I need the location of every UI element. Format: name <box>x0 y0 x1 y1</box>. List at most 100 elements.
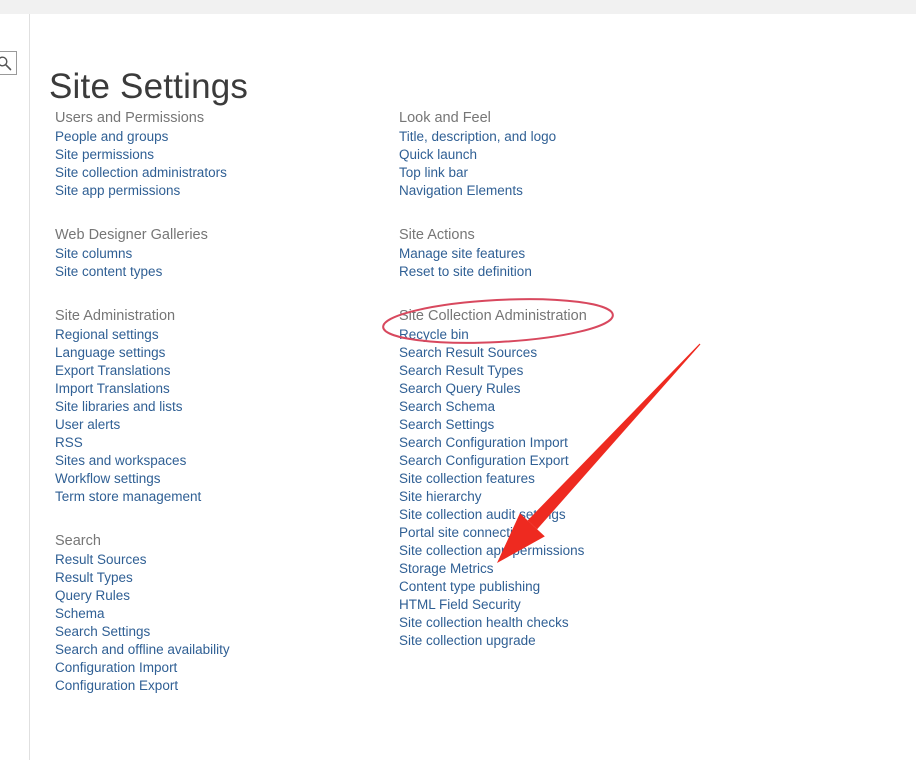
settings-link-workflow-settings[interactable]: Workflow settings <box>55 470 161 487</box>
settings-link-result-types[interactable]: Result Types <box>55 569 133 586</box>
settings-link-site-collection-features[interactable]: Site collection features <box>399 470 535 487</box>
settings-link-item: RSS <box>55 434 385 452</box>
settings-link-item: Site app permissions <box>55 182 385 200</box>
settings-link-item: Site content types <box>55 263 385 281</box>
settings-link-configuration-export[interactable]: Configuration Export <box>55 677 178 694</box>
settings-link-list: People and groups Site permissions Site co… <box>55 128 385 200</box>
settings-link-search-query-rules[interactable]: Search Query Rules <box>399 380 521 397</box>
settings-link-search-schema[interactable]: Search Schema <box>399 398 495 415</box>
settings-link-item: Search Schema <box>399 398 729 416</box>
settings-link-site-collection-health-checks[interactable]: Site collection health checks <box>399 614 569 631</box>
settings-link-item: Content type publishing <box>399 578 729 596</box>
settings-link-item: Result Sources <box>55 551 385 569</box>
settings-group-site-administration: Site Administration Regional settings Lang… <box>55 308 385 506</box>
settings-link-item: Site collection administrators <box>55 164 385 182</box>
settings-link-term-store-management[interactable]: Term store management <box>55 488 201 505</box>
settings-link-site-hierarchy[interactable]: Site hierarchy <box>399 488 482 505</box>
settings-link-list: Result Sources Result Types Query Rules Sch… <box>55 551 385 695</box>
settings-link-top-link-bar[interactable]: Top link bar <box>399 164 468 181</box>
settings-link-content-type-publishing[interactable]: Content type publishing <box>399 578 540 595</box>
settings-link-language-settings[interactable]: Language settings <box>55 344 165 361</box>
settings-link-html-field-security[interactable]: HTML Field Security <box>399 596 521 613</box>
settings-link-search-result-sources[interactable]: Search Result Sources <box>399 344 537 361</box>
settings-link-rss[interactable]: RSS <box>55 434 83 451</box>
settings-link-quick-launch[interactable]: Quick launch <box>399 146 477 163</box>
page-title: Site Settings <box>49 67 249 107</box>
settings-link-item: Site columns <box>55 245 385 263</box>
settings-link-site-collection-upgrade[interactable]: Site collection upgrade <box>399 632 536 649</box>
settings-group-look-and-feel: Look and Feel Title, description, and log… <box>399 110 729 200</box>
settings-link-schema[interactable]: Schema <box>55 605 105 622</box>
settings-link-site-app-permissions[interactable]: Site app permissions <box>55 182 180 199</box>
settings-group-users-and-permissions: Users and Permissions People and groups Si… <box>55 110 385 200</box>
settings-link-item: Configuration Export <box>55 677 385 695</box>
settings-link-item: Site hierarchy <box>399 488 729 506</box>
settings-link-item: Site collection app permissions <box>399 542 729 560</box>
settings-link-list: Regional settings Language settings Export… <box>55 326 385 506</box>
settings-link-export-translations[interactable]: Export Translations <box>55 362 171 379</box>
settings-link-item: Search and offline availability <box>55 641 385 659</box>
settings-link-item: Result Types <box>55 569 385 587</box>
settings-link-result-sources[interactable]: Result Sources <box>55 551 147 568</box>
settings-group-header: Site Administration <box>55 308 176 324</box>
settings-link-site-columns[interactable]: Site columns <box>55 245 132 262</box>
settings-link-site-collection-audit-settings[interactable]: Site collection audit settings <box>399 506 566 523</box>
site-settings-page: Site Settings Users and Permissions Peopl… <box>30 14 916 760</box>
settings-link-people-and-groups[interactable]: People and groups <box>55 128 168 145</box>
settings-group-header: Web Designer Galleries <box>55 227 208 243</box>
settings-link-item: Export Translations <box>55 362 385 380</box>
settings-link-sites-and-workspaces[interactable]: Sites and workspaces <box>55 452 186 469</box>
settings-link-item: Site collection health checks <box>399 614 729 632</box>
settings-link-storage-metrics[interactable]: Storage Metrics <box>399 560 494 577</box>
settings-link-query-rules[interactable]: Query Rules <box>55 587 130 604</box>
settings-link-item: Site libraries and lists <box>55 398 385 416</box>
settings-link-site-permissions[interactable]: Site permissions <box>55 146 154 163</box>
settings-link-item: Search Result Types <box>399 362 729 380</box>
settings-link-title-description-and-logo[interactable]: Title, description, and logo <box>399 128 556 145</box>
settings-link-regional-settings[interactable]: Regional settings <box>55 326 159 343</box>
settings-link-item: People and groups <box>55 128 385 146</box>
search-button[interactable] <box>0 51 17 75</box>
settings-link-search-configuration-import[interactable]: Search Configuration Import <box>399 434 568 451</box>
settings-link-item: Recycle bin <box>399 326 729 344</box>
settings-link-item: Navigation Elements <box>399 182 729 200</box>
settings-link-item: Manage site features <box>399 245 729 263</box>
settings-link-portal-site-connection[interactable]: Portal site connection <box>399 524 528 541</box>
settings-link-item: Search Query Rules <box>399 380 729 398</box>
settings-link-search-and-offline-availability[interactable]: Search and offline availability <box>55 641 230 658</box>
settings-link-site-libraries-and-lists[interactable]: Site libraries and lists <box>55 398 183 415</box>
settings-group-site-collection-administration: Site Collection Administration Recycle bi… <box>399 308 729 650</box>
settings-link-item: Regional settings <box>55 326 385 344</box>
settings-group-search: Search Result Sources Result Types Query Ru… <box>55 533 385 695</box>
settings-column-left: Users and Permissions People and groups Si… <box>55 110 385 695</box>
settings-link-search-settings[interactable]: Search Settings <box>55 623 150 640</box>
settings-group-site-actions: Site Actions Manage site features Reset to… <box>399 227 729 281</box>
settings-link-list: Site columns Site content types <box>55 245 385 281</box>
settings-link-import-translations[interactable]: Import Translations <box>55 380 170 397</box>
settings-link-item: Workflow settings <box>55 470 385 488</box>
left-rail <box>0 14 30 760</box>
settings-link-item: Search Settings <box>399 416 729 434</box>
browser-chrome-strip <box>0 0 916 15</box>
settings-group-web-designer-galleries: Web Designer Galleries Site columns Site c… <box>55 227 385 281</box>
settings-link-list: Recycle bin Search Result Sources Search R… <box>399 326 729 650</box>
settings-link-reset-to-site-definition[interactable]: Reset to site definition <box>399 263 532 280</box>
settings-link-navigation-elements[interactable]: Navigation Elements <box>399 182 523 199</box>
settings-link-site-collection-administrators[interactable]: Site collection administrators <box>55 164 227 181</box>
settings-link-item: Top link bar <box>399 164 729 182</box>
settings-link-item: Site permissions <box>55 146 385 164</box>
settings-link-configuration-import[interactable]: Configuration Import <box>55 659 177 676</box>
settings-link-search-configuration-export[interactable]: Search Configuration Export <box>399 452 569 469</box>
settings-link-site-content-types[interactable]: Site content types <box>55 263 162 280</box>
settings-link-item: Import Translations <box>55 380 385 398</box>
settings-link-recycle-bin[interactable]: Recycle bin <box>399 326 469 343</box>
settings-link-item: Site collection upgrade <box>399 632 729 650</box>
settings-link-item: Quick launch <box>399 146 729 164</box>
settings-link-item: Search Configuration Import <box>399 434 729 452</box>
settings-link-user-alerts[interactable]: User alerts <box>55 416 120 433</box>
settings-link-search-settings[interactable]: Search Settings <box>399 416 494 433</box>
settings-link-search-result-types[interactable]: Search Result Types <box>399 362 523 379</box>
settings-link-item: Search Settings <box>55 623 385 641</box>
settings-link-site-collection-app-permissions[interactable]: Site collection app permissions <box>399 542 584 559</box>
settings-link-manage-site-features[interactable]: Manage site features <box>399 245 525 262</box>
